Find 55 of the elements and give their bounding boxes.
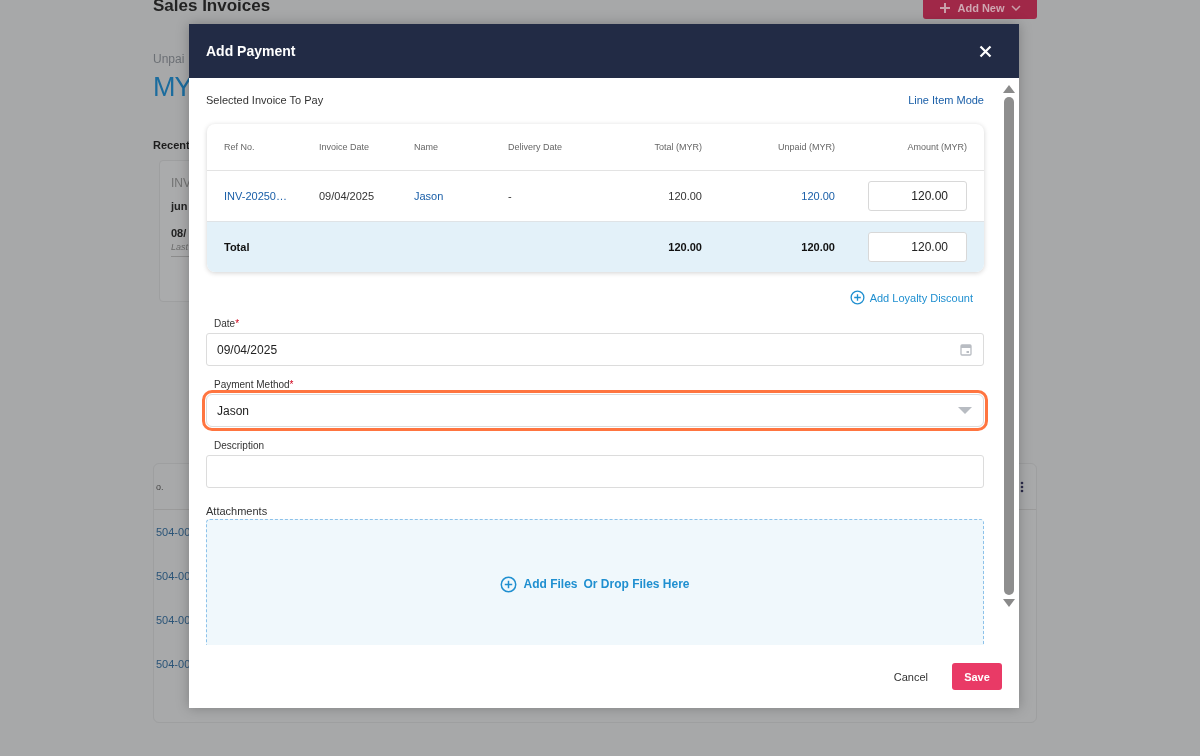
date-field[interactable]: 09/04/2025 bbox=[206, 333, 984, 366]
column-header: o. bbox=[156, 481, 164, 492]
field-label: Date* bbox=[214, 318, 241, 329]
column-header: Ref No. bbox=[224, 142, 256, 152]
column-header: Amount (MYR) bbox=[906, 142, 967, 152]
plus-circle-icon bbox=[849, 290, 865, 305]
card-date: 08/ bbox=[171, 227, 187, 239]
table-cell-text: 120.00 bbox=[800, 241, 835, 253]
cancel-button[interactable]: Cancel bbox=[887, 669, 934, 684]
field-label: Description bbox=[214, 440, 266, 451]
close-icon[interactable] bbox=[979, 44, 992, 58]
caret-icon bbox=[958, 406, 972, 415]
section-heading: Recent bbox=[153, 139, 190, 151]
more-icon[interactable] bbox=[1020, 480, 1024, 493]
plus-circle-icon bbox=[500, 576, 518, 593]
table-cell[interactable]: 504-00 bbox=[156, 614, 191, 626]
card-name: jun bbox=[171, 200, 188, 212]
table-cell-text: 120.00 bbox=[800, 190, 835, 202]
plus-icon bbox=[939, 1, 952, 14]
summary-value: MY bbox=[153, 72, 192, 102]
table-cell-text: 09/04/2025 bbox=[319, 190, 376, 202]
table-cell[interactable]: INV-20250… bbox=[224, 190, 319, 202]
chevron-down-icon bbox=[1010, 3, 1021, 12]
attachments-label: Attachments bbox=[206, 505, 269, 517]
table-cell-text: 120.00 bbox=[667, 241, 702, 253]
scroll-up-icon[interactable] bbox=[1003, 84, 1015, 93]
column-header: Name bbox=[414, 142, 439, 152]
column-header: Unpaid (MYR) bbox=[777, 142, 835, 152]
table-cell-text: Total bbox=[224, 241, 251, 253]
table-cell-text: 120.00 bbox=[667, 190, 702, 202]
amount-field[interactable]: 120.00 bbox=[868, 181, 967, 211]
add-loyalty-discount-link[interactable]: Add Loyalty Discount bbox=[849, 290, 973, 305]
add-new-button[interactable]: Add New bbox=[923, 0, 1037, 19]
calendar-icon bbox=[960, 343, 972, 356]
section-label: Selected Invoice To Pay bbox=[206, 94, 324, 106]
amount-field[interactable]: 120.00 bbox=[868, 232, 967, 262]
table-cell[interactable]: 504-00 bbox=[156, 658, 191, 670]
save-button[interactable]: Save bbox=[952, 663, 1002, 690]
table-cell-text: - bbox=[508, 190, 513, 202]
line-item-mode-link[interactable]: Line Item Mode bbox=[908, 94, 984, 106]
table-cell[interactable]: 504-00 bbox=[156, 526, 191, 538]
add-files-link[interactable]: Add Files bbox=[523, 576, 578, 593]
description-field[interactable] bbox=[206, 455, 984, 488]
column-header: Delivery Date bbox=[508, 142, 564, 152]
drop-hint: Or Drop Files Here bbox=[583, 576, 690, 593]
scroll-down-icon[interactable] bbox=[1003, 599, 1015, 608]
column-header: Total (MYR) bbox=[653, 142, 702, 152]
scroll-thumb[interactable] bbox=[1004, 97, 1014, 595]
table-cell[interactable]: Jason bbox=[414, 190, 508, 202]
file-drop-zone[interactable]: Add Files Or Drop Files Here bbox=[206, 519, 984, 645]
table-cell[interactable]: 504-00 bbox=[156, 570, 191, 582]
dialog-title: Add Payment bbox=[206, 43, 296, 59]
summary-label: Unpai bbox=[153, 52, 185, 66]
field-label: Payment Method* bbox=[214, 379, 295, 390]
column-header: Invoice Date bbox=[319, 142, 371, 152]
